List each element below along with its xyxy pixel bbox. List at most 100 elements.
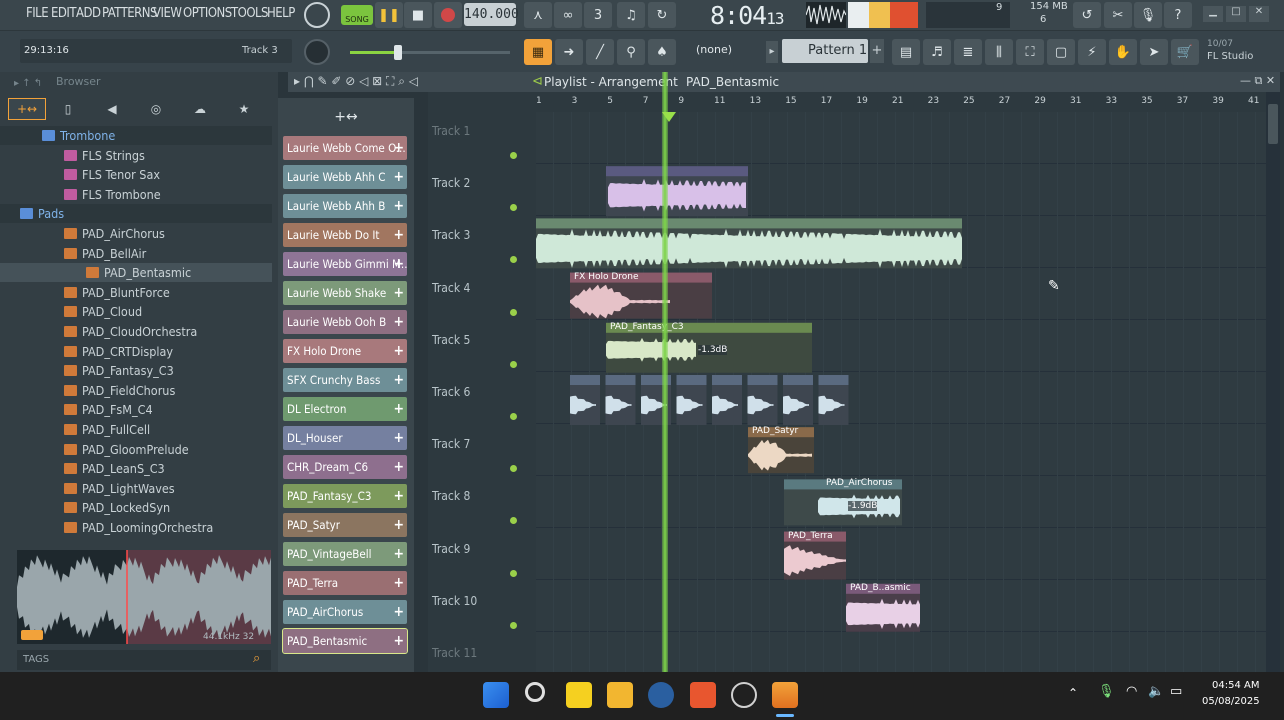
link-icon[interactable]: ⚲ (617, 39, 645, 65)
add-icon[interactable]: + (393, 252, 404, 276)
tray-overflow-icon[interactable]: ⌃ (1068, 686, 1078, 700)
channel-button[interactable]: DL_Houser + (283, 426, 407, 450)
add-icon[interactable]: + (393, 368, 404, 392)
add-icon[interactable]: + (393, 484, 404, 508)
add-icon[interactable]: + (393, 542, 404, 566)
vertical-scrollbar[interactable] (1266, 92, 1280, 672)
track-label[interactable]: Track 1 (432, 124, 470, 138)
all-tab-icon[interactable]: +↔ (8, 98, 46, 120)
metronome-icon[interactable]: ⋏ (524, 2, 552, 28)
clip-name[interactable]: PAD_Fantasy_C3 (610, 322, 684, 332)
browser-file[interactable]: PAD_CRTDisplay (0, 342, 272, 361)
browser-folder[interactable]: Trombone (0, 126, 272, 145)
fl-studio-icon[interactable] (772, 682, 798, 708)
channel-button[interactable]: PAD_AirChorus + (283, 600, 407, 624)
add-pattern-icon[interactable]: + (870, 39, 884, 63)
track-label[interactable]: Track 10 (432, 594, 477, 608)
browser-file[interactable]: FLS Trombone (0, 185, 272, 204)
steam-icon[interactable] (648, 682, 674, 708)
brave-icon[interactable] (690, 682, 716, 708)
track-mute-led[interactable] (510, 517, 517, 525)
speaker-icon[interactable]: 🔈 (1148, 684, 1164, 699)
add-icon[interactable]: + (393, 600, 404, 624)
microphone-tray-icon[interactable]: 🎙 (1098, 684, 1115, 699)
clip-name[interactable]: PAD_B..asmic (850, 583, 911, 593)
add-icon[interactable]: + (393, 397, 404, 421)
arrow-tool-icon[interactable]: ➜ (555, 39, 583, 65)
browser-file[interactable]: PAD_CloudOrchestra (0, 322, 272, 341)
clip-name[interactable]: PAD_Satyr (752, 426, 798, 436)
add-icon[interactable]: + (393, 629, 404, 653)
track-mute-led[interactable] (510, 569, 517, 577)
master-volume-knob[interactable] (304, 2, 330, 28)
wifi-icon[interactable]: ◠ (1126, 684, 1137, 699)
help-icon[interactable]: ? (1164, 2, 1192, 28)
browser-file[interactable]: PAD_FsM_C4 (0, 400, 272, 419)
wait-input-icon[interactable]: ∞ (554, 2, 582, 28)
channel-button[interactable]: Laurie Webb Ooh B + (283, 310, 407, 334)
menu-help[interactable]: HELP (267, 6, 295, 21)
track-label[interactable]: Track 8 (432, 489, 470, 503)
browser-file[interactable]: PAD_FullCell (0, 420, 272, 439)
browser-file[interactable]: PAD_AirChorus (0, 224, 272, 243)
add-icon[interactable]: + (393, 426, 404, 450)
stamp-icon[interactable]: ♠ (648, 39, 676, 65)
search-icon[interactable]: ⌕ (253, 651, 260, 666)
news-title[interactable]: FL Studio (1207, 51, 1253, 62)
track-mute-led[interactable] (510, 621, 517, 629)
track-mute-led[interactable] (510, 413, 517, 420)
add-icon[interactable]: + (393, 455, 404, 479)
tags-bar[interactable]: TAGS ⌕ (17, 650, 271, 670)
playlist-window-controls[interactable]: — ⧉ ✕ (1240, 74, 1275, 88)
menu-options[interactable]: OPTIONS (183, 6, 232, 21)
track-mute-led[interactable] (510, 360, 517, 368)
track-mute-led[interactable] (510, 308, 517, 316)
channel-button[interactable]: Laurie Webb Ahh B + (283, 194, 407, 218)
arrangement-grid[interactable]: FX Holo Drone PAD_Fantasy_C3 -1.3dB PAD_Sat… (536, 72, 1266, 672)
channel-button[interactable]: CHR_Dream_C6 + (283, 455, 407, 479)
plugin-icon[interactable]: ⚡ (1078, 39, 1106, 65)
menu-tools[interactable]: TOOLS (231, 6, 269, 21)
playhead[interactable] (662, 72, 668, 672)
cloud-tab-icon[interactable]: ☁ (178, 98, 222, 122)
add-icon[interactable]: + (393, 136, 404, 160)
loop-record-icon[interactable]: ↻ (648, 2, 676, 28)
menu-add[interactable]: ADD (76, 6, 101, 21)
record-button[interactable] (434, 2, 462, 28)
track-mute-led[interactable] (510, 204, 517, 212)
browser-file[interactable]: PAD_LeanS_C3 (0, 459, 272, 478)
touch-keyboard-icon[interactable]: ✋ (1109, 39, 1137, 65)
tray-time[interactable]: 04:54 AM (1212, 680, 1259, 691)
add-icon[interactable]: + (393, 281, 404, 305)
browser-file[interactable]: PAD_Bentasmic (0, 263, 272, 283)
close-icon[interactable]: ✕ (1249, 6, 1269, 22)
browser-file[interactable]: PAD_LightWaves (0, 479, 272, 498)
panic-icon[interactable]: ✂ (1104, 2, 1132, 28)
clip-name[interactable]: PAD_AirChorus (826, 478, 892, 488)
play-pause-button[interactable]: ❚❚ (375, 2, 403, 28)
channel-button[interactable]: PAD_VintageBell + (283, 542, 407, 566)
channel-button[interactable]: PAD_Fantasy_C3 + (283, 484, 407, 508)
shop-icon[interactable]: 🛒 (1171, 39, 1199, 65)
track-label[interactable]: Track 6 (432, 385, 470, 399)
browser-file[interactable]: PAD_GloomPrelude (0, 440, 272, 459)
track-label[interactable]: Track 5 (432, 333, 470, 347)
browser-file[interactable]: FLS Tenor Sax (0, 165, 272, 184)
star-tab-icon[interactable]: ★ (222, 98, 266, 122)
battery-icon[interactable]: ▭ (1170, 684, 1182, 699)
project-picker-icon[interactable]: ⛶ (1016, 39, 1044, 65)
stop-button[interactable]: ■ (404, 2, 432, 28)
obs-icon[interactable] (731, 682, 757, 708)
track-label[interactable]: Track 11 (432, 646, 477, 660)
add-icon[interactable]: + (393, 513, 404, 537)
browser-nav-icons[interactable]: ▸ ↑ ↰ (14, 78, 42, 89)
playlist-icon[interactable]: ▤ (892, 39, 920, 65)
channel-button[interactable]: PAD_Satyr + (283, 513, 407, 537)
add-icon[interactable]: + (393, 310, 404, 334)
browser-icon[interactable]: ▢ (1047, 39, 1075, 65)
add-icon[interactable]: + (393, 165, 404, 189)
tray-date[interactable]: 05/08/2025 (1202, 696, 1260, 707)
playlist-tools[interactable]: ▸ ⋂ ✎ ✐ ⊘ ◁ ⊠ ⛶ ⌕ ◁ (294, 74, 418, 89)
browser-folder[interactable]: Pads (0, 204, 272, 224)
pattern-song-icon[interactable]: ▦ (524, 39, 552, 65)
